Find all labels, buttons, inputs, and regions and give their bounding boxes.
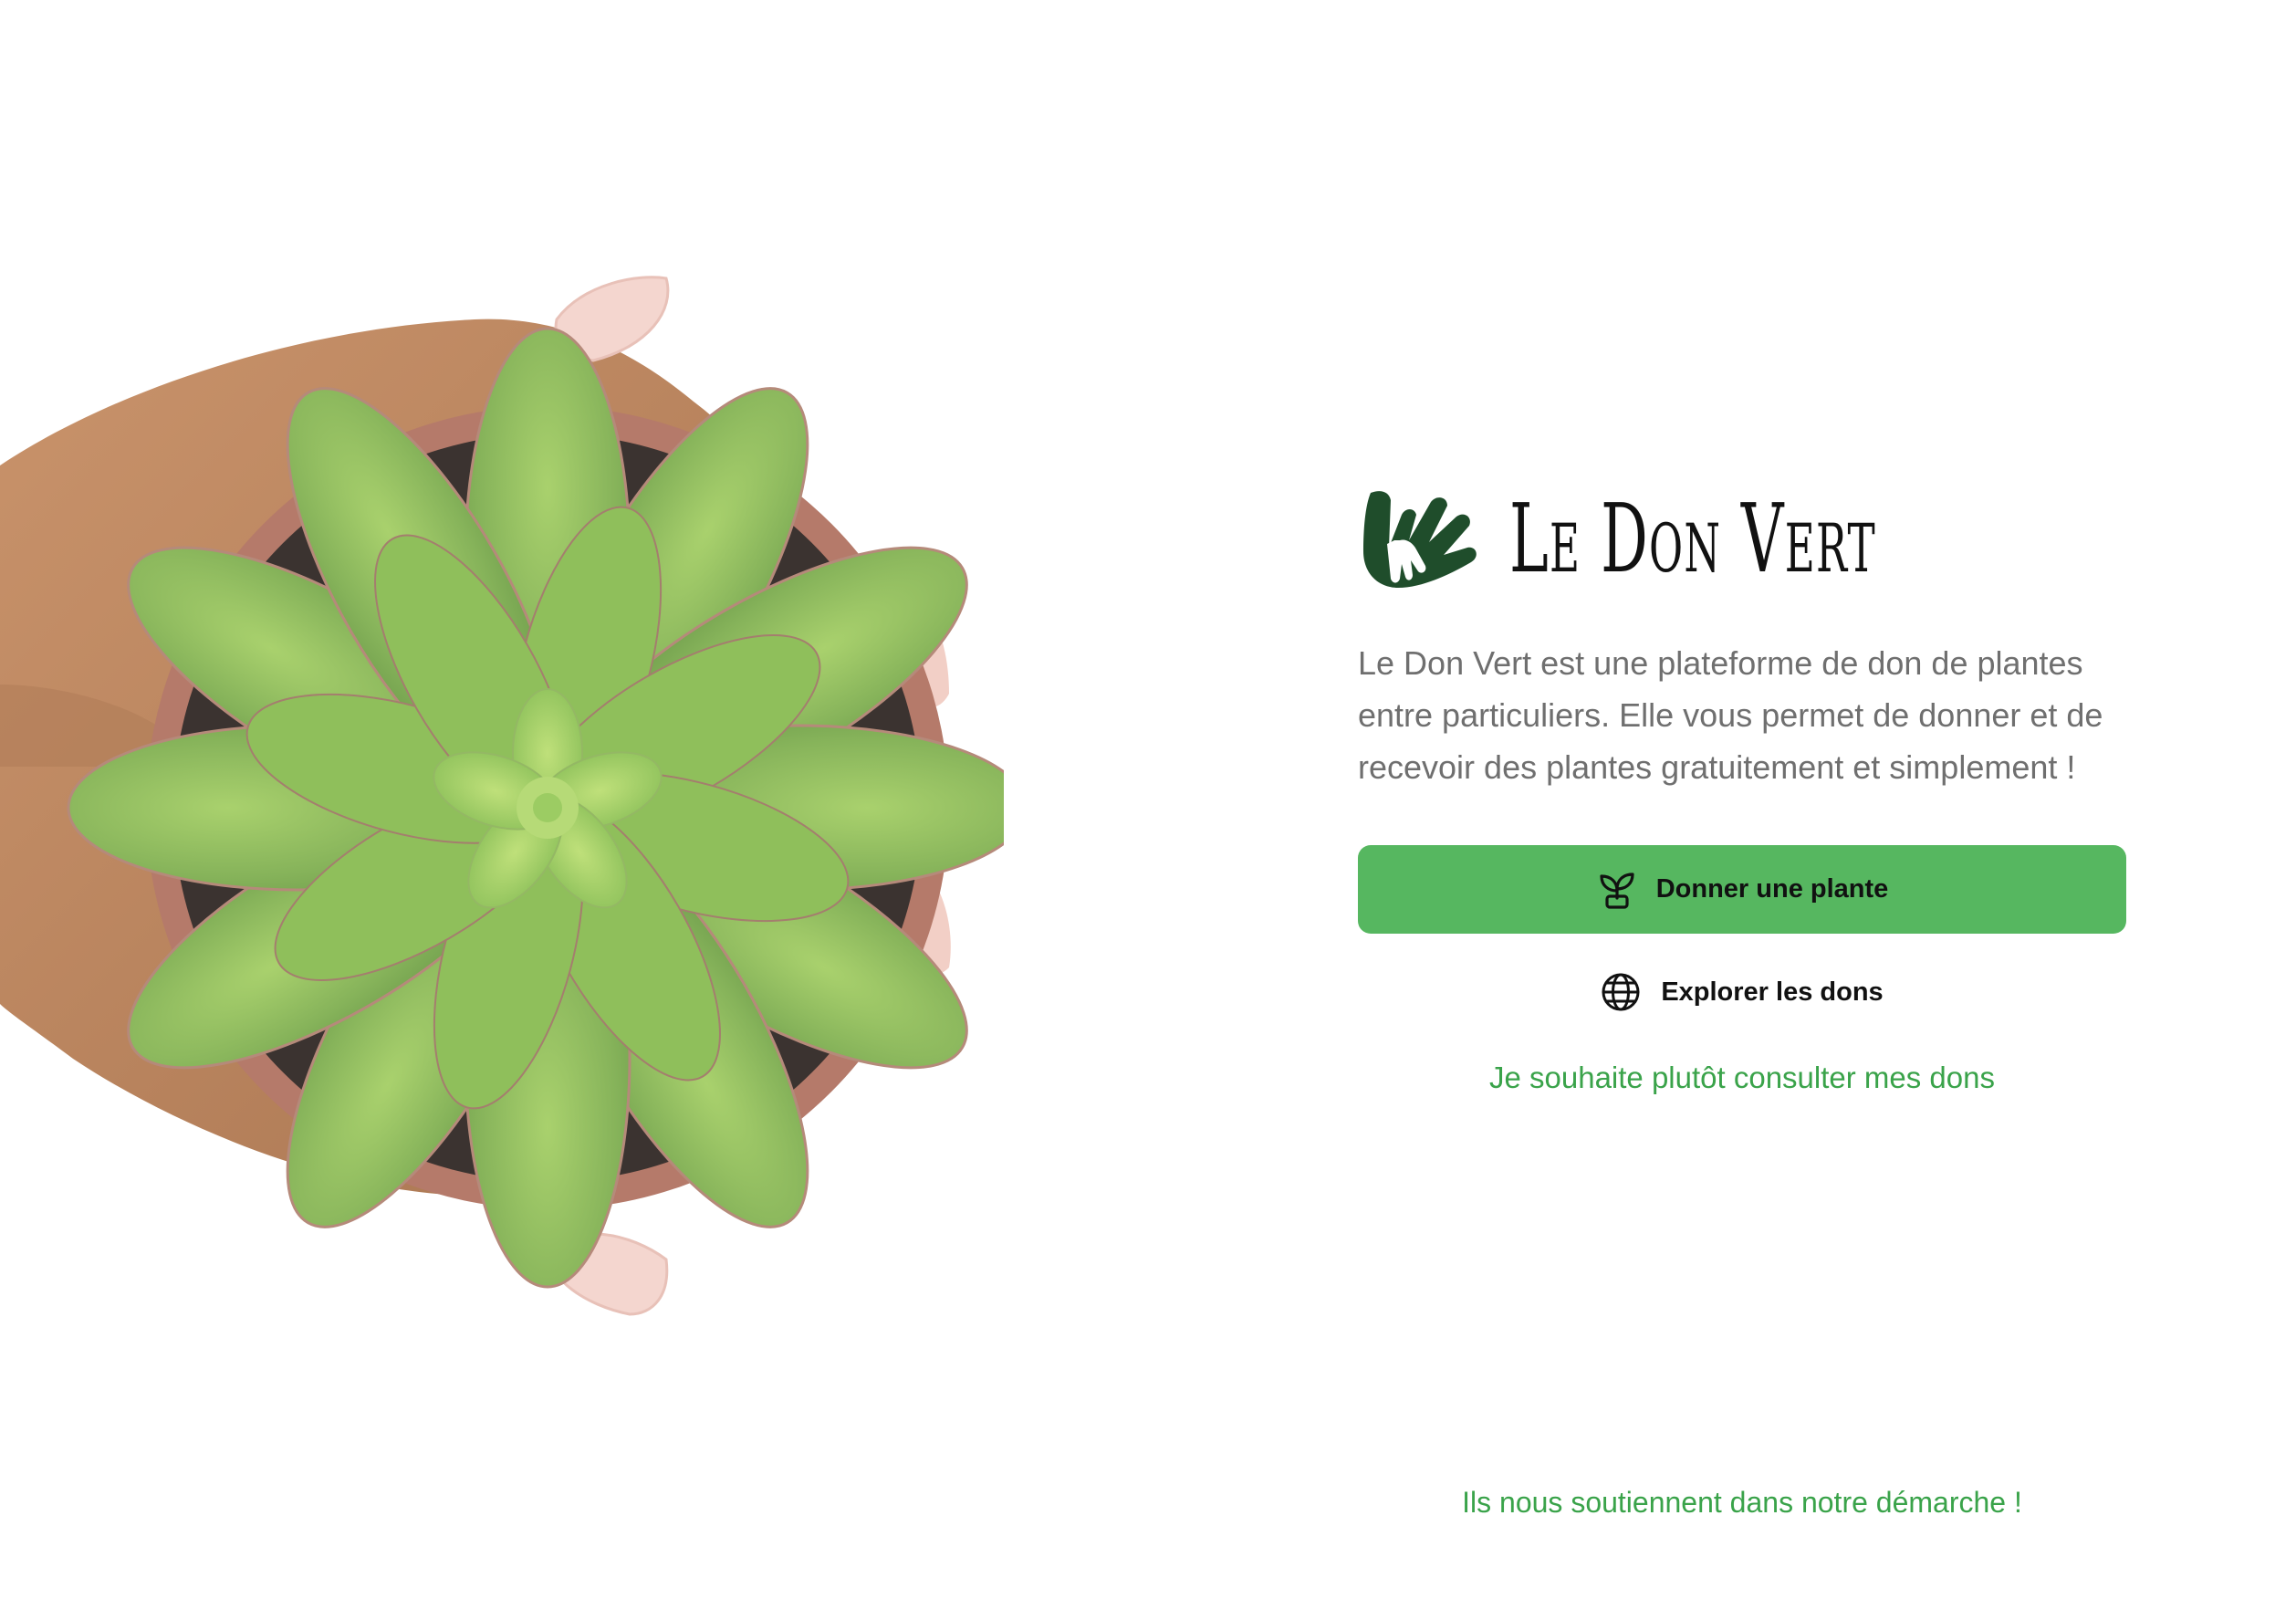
brand-name: Le Don Vert xyxy=(1509,483,1876,594)
my-donations-link[interactable]: Je souhaite plutôt consulter mes dons xyxy=(1358,1061,2126,1095)
give-plant-label: Donner une plante xyxy=(1655,874,1889,904)
explore-donations-label: Explorer les dons xyxy=(1661,977,1884,1007)
welcome-panel: Le Don Vert Le Don Vert est une platefor… xyxy=(1358,484,2126,1095)
brand-header: Le Don Vert xyxy=(1358,484,2126,593)
sprout-icon xyxy=(1600,872,1634,909)
globe-icon xyxy=(1602,973,1640,1011)
supporters-heading: Ils nous soutiennent dans notre démarche… xyxy=(1462,1486,2022,1519)
explore-donations-button[interactable]: Explorer les dons xyxy=(1358,965,2126,1019)
succulent-hands-image xyxy=(0,276,1004,1316)
give-plant-button[interactable]: Donner une plante xyxy=(1358,845,2126,934)
hands-leaf-logo-icon xyxy=(1363,491,1477,588)
intro-description: Le Don Vert est une plateforme de don de… xyxy=(1358,644,2103,786)
landing-page: Le Don Vert Le Don Vert est une platefor… xyxy=(0,0,2296,1599)
